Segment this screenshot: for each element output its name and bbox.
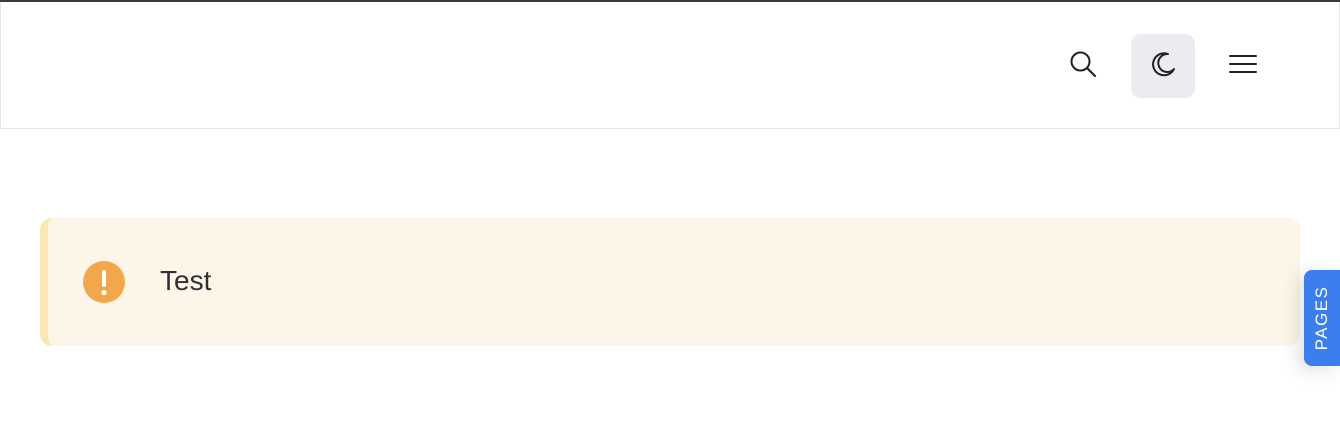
warning-callout: Test bbox=[40, 218, 1300, 346]
callout-text: Test bbox=[160, 265, 212, 296]
site-header bbox=[0, 2, 1340, 129]
search-icon bbox=[1068, 49, 1098, 84]
exclamation-circle-icon bbox=[83, 261, 125, 303]
theme-toggle-button[interactable] bbox=[1131, 34, 1195, 98]
moon-icon bbox=[1148, 49, 1178, 84]
pages-tab-label: PAGES bbox=[1312, 285, 1331, 351]
search-button[interactable] bbox=[1051, 34, 1115, 98]
hamburger-menu-icon bbox=[1228, 52, 1258, 81]
pages-side-tab[interactable]: PAGES bbox=[1304, 270, 1340, 366]
menu-button[interactable] bbox=[1211, 34, 1275, 98]
